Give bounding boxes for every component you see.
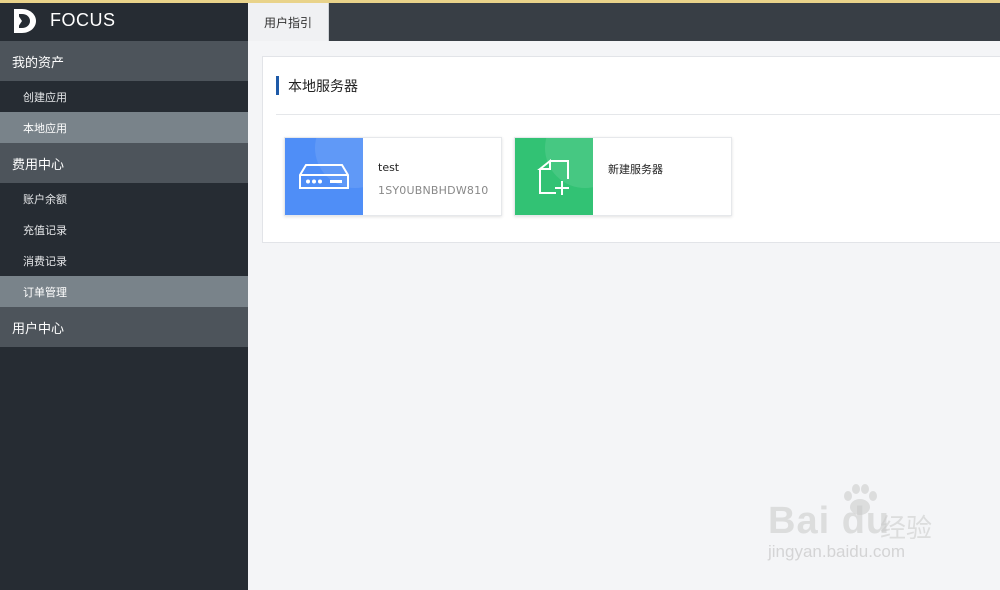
server-serial: 1SY0UBNBHDW810 bbox=[378, 184, 489, 197]
server-name: test bbox=[378, 161, 400, 174]
new-server-card[interactable]: 新建服务器 bbox=[514, 137, 732, 216]
paw-icon bbox=[844, 484, 877, 515]
panel-title: 本地服务器 bbox=[276, 76, 358, 95]
focus-logo-icon bbox=[14, 8, 36, 33]
local-servers-panel: 本地服务器 test 1SY0UBNBHDW810 新建服务器 bbox=[262, 56, 1000, 243]
tab-user-guide[interactable]: 用户指引 bbox=[248, 3, 329, 41]
sidebar-group-my-assets[interactable]: 我的资产 bbox=[0, 41, 248, 81]
sidebar-item-consumption-records[interactable]: 消费记录 bbox=[0, 245, 248, 276]
sidebar-group-billing-center[interactable]: 费用中心 bbox=[0, 143, 248, 183]
sidebar-group-user-center[interactable]: 用户中心 bbox=[0, 307, 248, 347]
brand-name: FOCUS bbox=[50, 10, 116, 30]
sidebar-item-order-management[interactable]: 订单管理 bbox=[0, 276, 248, 307]
panel-title-text: 本地服务器 bbox=[288, 78, 358, 95]
panel-divider bbox=[276, 114, 1000, 115]
watermark-cn: 经验 bbox=[880, 514, 933, 544]
sidebar: FOCUS 我的资产 创建应用 本地应用 费用中心 账户余额 充值记录 消费记录… bbox=[0, 0, 248, 590]
new-server-label: 新建服务器 bbox=[608, 163, 663, 176]
sidebar-item-create-app[interactable]: 创建应用 bbox=[0, 81, 248, 112]
sidebar-item-account-balance[interactable]: 账户余额 bbox=[0, 183, 248, 214]
watermark-url: jingyan.baidu.com bbox=[768, 542, 906, 561]
top-accent-line bbox=[0, 0, 1000, 3]
new-server-tile bbox=[515, 138, 593, 215]
sidebar-item-recharge-records[interactable]: 充值记录 bbox=[0, 214, 248, 245]
watermark-brand: Bai du bbox=[768, 500, 891, 542]
top-tab-bar: 用户指引 bbox=[248, 0, 1000, 41]
baidu-jingyan-watermark: Bai du 经验 jingyan.baidu.com bbox=[760, 480, 960, 570]
sidebar-item-local-app[interactable]: 本地应用 bbox=[0, 112, 248, 143]
server-tile bbox=[285, 138, 363, 215]
title-accent-bar bbox=[276, 76, 279, 95]
server-card-test[interactable]: test 1SY0UBNBHDW810 bbox=[284, 137, 502, 216]
brand[interactable]: FOCUS bbox=[0, 0, 248, 41]
